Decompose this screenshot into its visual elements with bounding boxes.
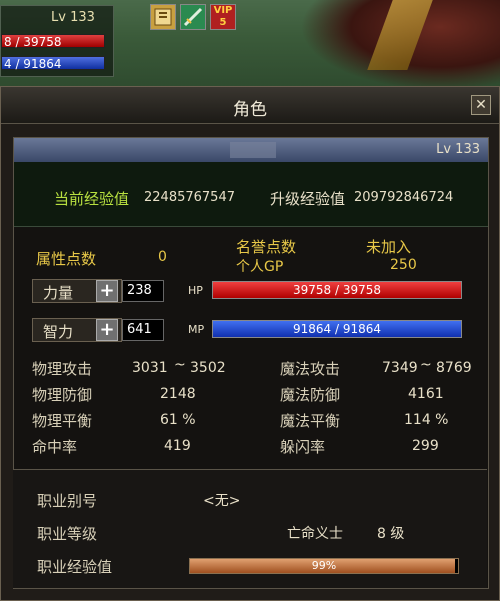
add-intelligence-button[interactable]: + — [96, 319, 118, 341]
magic-attack-sep: ~ — [420, 357, 432, 373]
window-title: 角色 — [233, 100, 267, 120]
current-exp-value: 22485767547 — [144, 190, 235, 205]
magic-defense-value: 4161 — [408, 386, 444, 402]
physical-defense-value: 2148 — [160, 386, 196, 402]
magic-attack-max: 8769 — [436, 360, 472, 376]
current-exp-label: 当前经验值 — [54, 190, 130, 208]
job-exp-bar: 99% — [189, 558, 459, 574]
job-alias-label: 职业别号 — [37, 492, 98, 510]
hp-bar-label: HP — [188, 284, 203, 297]
intelligence-label: 智力 — [43, 323, 74, 341]
physical-defense-label: 物理防御 — [32, 386, 93, 404]
physical-attack-min: 3031 — [132, 360, 168, 376]
magic-defense-label: 魔法防御 — [280, 386, 341, 404]
magic-balance-label: 魔法平衡 — [280, 412, 341, 430]
character-name-bar: Lv 133 — [14, 138, 488, 162]
magic-attack-label: 魔法攻击 — [280, 360, 341, 378]
guild-status: 未加入 — [366, 238, 412, 256]
dodge-rate-value: 299 — [412, 438, 439, 454]
close-button[interactable]: ✕ — [471, 95, 491, 115]
add-strength-button[interactable]: + — [96, 280, 118, 302]
physical-balance-value: 61 % — [160, 412, 196, 428]
hit-rate-value: 419 — [164, 438, 191, 454]
window-titlebar[interactable]: 角色 ✕ — [1, 87, 499, 124]
sword-icon[interactable] — [180, 4, 206, 30]
magic-attack-min: 7349 — [382, 360, 418, 376]
mp-bar: 91864 / 91864 — [212, 320, 462, 338]
job-level-label: 职业等级 — [37, 525, 98, 543]
hud-hp-bar: 8 / 39758 — [1, 34, 105, 49]
hud-mp-bar: 4 / 91864 — [1, 56, 105, 71]
attr-points-value: 0 — [158, 249, 167, 265]
magic-balance-value: 114 % — [404, 412, 449, 428]
next-exp-value: 209792846724 — [354, 190, 454, 205]
hud-level: Lv 133 — [51, 10, 95, 25]
mp-bar-label: MP — [188, 323, 205, 336]
job-exp-label: 职业经验值 — [37, 558, 113, 576]
job-level-value: 8 级 — [377, 526, 405, 542]
scroll-icon[interactable] — [150, 4, 176, 30]
strength-value: 238 — [122, 280, 164, 302]
physical-attack-label: 物理攻击 — [32, 360, 93, 378]
strength-label: 力量 — [43, 284, 74, 302]
dodge-rate-label: 躲闪率 — [280, 438, 326, 456]
blurred-name — [230, 142, 276, 158]
hp-bar: 39758 / 39758 — [212, 281, 462, 299]
honor-points-label: 名誉点数 — [236, 238, 297, 256]
physical-attack-max: 3502 — [190, 360, 226, 376]
physical-balance-label: 物理平衡 — [32, 412, 93, 430]
experience-panel: 当前经验值 22485767547 升级经验值 209792846724 — [14, 162, 488, 227]
character-level: Lv 133 — [436, 142, 480, 157]
job-exp-percent: 99% — [311, 559, 337, 572]
vip-label: VIP — [213, 5, 233, 16]
vip-icon[interactable]: VIP 5 — [210, 4, 236, 30]
personal-gp-label: 个人GP — [236, 259, 284, 275]
next-exp-label: 升级经验值 — [270, 190, 346, 208]
job-alias-value: <无> — [203, 493, 241, 509]
attr-points-label: 属性点数 — [36, 250, 97, 268]
job-panel: 职业别号 <无> 职业等级 亡命义士 8 级 职业经验值 99% — [13, 469, 487, 588]
physical-attack-sep: ~ — [174, 357, 186, 373]
hit-rate-label: 命中率 — [32, 438, 78, 456]
character-window: 角色 ✕ Lv 133 当前经验值 22485767547 升级经验值 2097… — [0, 86, 500, 601]
job-name: 亡命义士 — [287, 526, 343, 542]
vip-number: 5 — [219, 17, 227, 28]
intelligence-value: 641 — [122, 319, 164, 341]
player-hud: Lv 133 8 / 39758 4 / 91864 — [0, 5, 114, 77]
personal-gp-value: 250 — [390, 257, 417, 273]
